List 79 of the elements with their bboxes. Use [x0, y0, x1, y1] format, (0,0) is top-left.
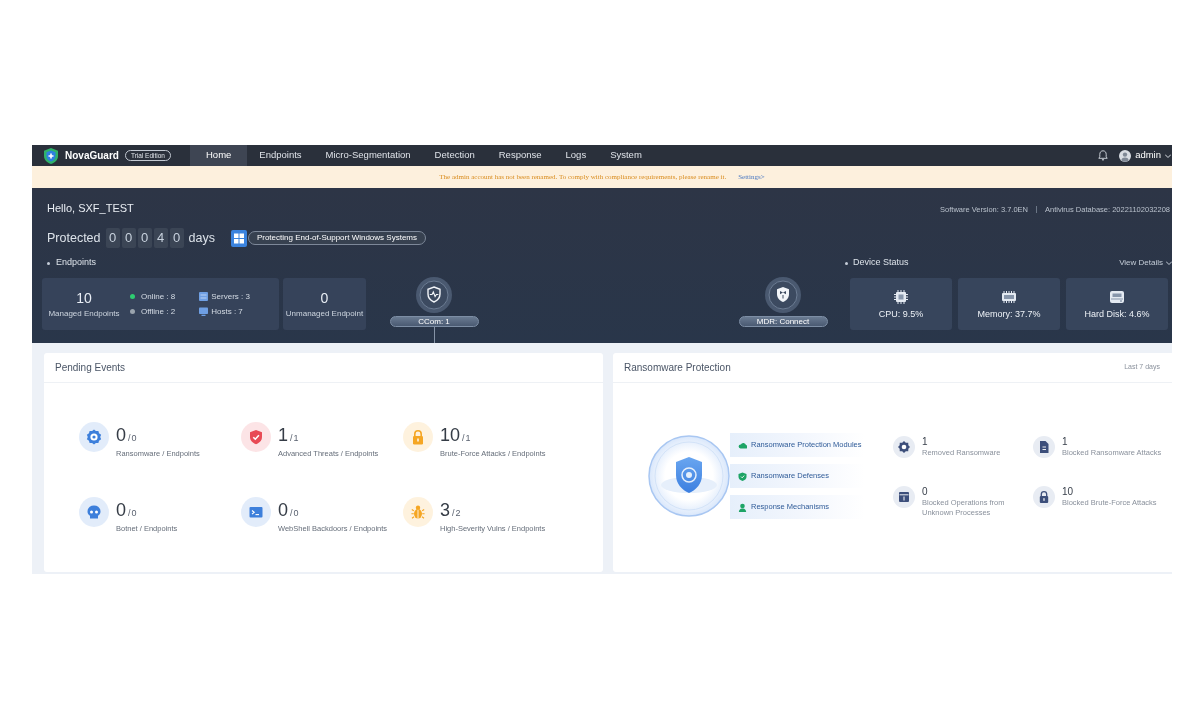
- shield-pulse-icon: [416, 277, 452, 313]
- avatar-icon: [1119, 149, 1132, 162]
- support-badge: Protecting End-of-Support Windows Systems: [247, 231, 426, 245]
- bullet-icon: [47, 261, 50, 265]
- gear-icon: [893, 436, 915, 458]
- card-title: Pending Events: [55, 361, 126, 375]
- window-icon: [893, 486, 915, 508]
- day-digit: 0: [169, 228, 184, 248]
- connection-status: MDR: Connect: [738, 316, 828, 327]
- lock-icon: [1033, 486, 1055, 508]
- shield-logo-icon: [44, 147, 58, 164]
- day-digit: 0: [105, 228, 120, 248]
- endpoint-label: Unmanaged Endpoint: [285, 308, 364, 319]
- endpoint-count: 10: [76, 289, 92, 306]
- connection-status: CCom: 1: [389, 316, 479, 327]
- event-count: 3: [440, 501, 450, 519]
- person-icon: [738, 502, 747, 512]
- endpoint-type-count: Hosts : 7: [211, 306, 243, 317]
- shield-bowtie-icon: [765, 277, 801, 313]
- shield-check-icon: [738, 471, 747, 481]
- cloud-icon: [738, 440, 747, 450]
- server-icon: [199, 292, 209, 301]
- memory-chip-icon: [1001, 289, 1017, 304]
- days-label: days: [188, 229, 215, 247]
- monitor-icon: [199, 307, 209, 316]
- card-title: Ransomware Protection: [624, 361, 731, 375]
- section-title: Endpoints: [56, 256, 97, 270]
- cpu-chip-icon: [893, 289, 909, 304]
- stat-value: 10: [1062, 486, 1075, 497]
- event-count: 10: [440, 426, 461, 444]
- event-count: 0: [278, 501, 288, 519]
- device-usage: Memory: 37.7%: [977, 308, 1041, 319]
- shield-check-icon: [241, 422, 271, 452]
- event-total: /0: [290, 509, 300, 518]
- endpoint-type-count: Servers : 3: [211, 291, 250, 302]
- event-total: /0: [128, 509, 138, 518]
- terminal-icon: [241, 497, 271, 527]
- day-digit: 0: [137, 228, 152, 248]
- nav-tab[interactable]: Endpoints: [247, 145, 314, 166]
- day-digit: 4: [153, 228, 168, 248]
- event-total: /1: [462, 434, 472, 443]
- lock-icon: [403, 422, 433, 452]
- protected-label: Protected: [47, 229, 101, 247]
- greeting: Hello, SXF_TEST: [47, 202, 134, 215]
- event-total: /0: [128, 434, 138, 443]
- event-total: /2: [452, 509, 462, 518]
- event-count: 0: [116, 426, 126, 444]
- skull-icon: [79, 497, 109, 527]
- caret-icon: [1166, 261, 1172, 265]
- endpoint-count: 0: [320, 289, 329, 306]
- nav-tab[interactable]: System: [598, 145, 654, 166]
- caret-icon: [1165, 153, 1171, 158]
- brand-name: NovaGuard: [65, 149, 119, 162]
- bell-icon[interactable]: [1098, 150, 1109, 161]
- nav-tab[interactable]: Logs: [553, 145, 599, 166]
- endpoint-status: Online : 8: [141, 291, 176, 302]
- stat-value: 1: [1062, 436, 1069, 447]
- event-count: 1: [278, 426, 288, 444]
- bug-icon: [403, 497, 433, 527]
- gear-icon: [79, 422, 109, 452]
- user-menu-button[interactable]: admin: [1119, 148, 1171, 163]
- device-usage: Hard Disk: 4.6%: [1084, 308, 1150, 319]
- nav-tab[interactable]: Home: [190, 145, 248, 166]
- day-digit: 0: [121, 228, 136, 248]
- windows-logo-icon: [230, 229, 247, 247]
- device-usage: CPU: 9.5%: [878, 308, 924, 319]
- endpoint-status: Offline : 2: [141, 306, 176, 317]
- event-total: /1: [290, 434, 300, 443]
- nav-tab[interactable]: Micro-Segmentation: [313, 145, 423, 166]
- nav-tab[interactable]: Detection: [422, 145, 487, 166]
- stat-value: 0: [922, 486, 929, 497]
- section-title: Device Status: [853, 256, 909, 270]
- view-details-link[interactable]: View Details: [1119, 257, 1172, 269]
- endpoint-label: Managed Endpoints: [48, 308, 120, 319]
- document-icon: [1033, 436, 1055, 458]
- stat-value: 1: [922, 436, 929, 447]
- event-count: 0: [116, 501, 126, 519]
- nav-tab[interactable]: Response: [486, 145, 554, 166]
- bullet-icon: [845, 261, 848, 265]
